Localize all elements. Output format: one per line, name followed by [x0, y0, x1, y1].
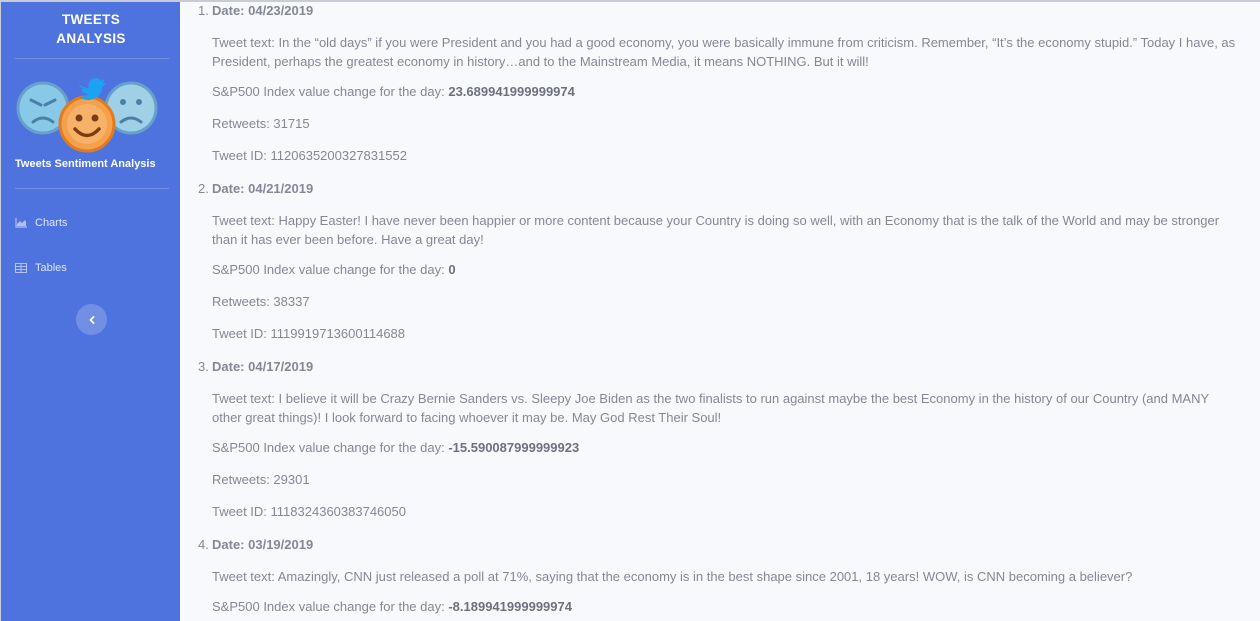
- sentiment-faces-logo: [16, 78, 158, 153]
- tweet-text-value: In the “old days” if you were President …: [212, 35, 1236, 69]
- tweet-id-label: Tweet ID:: [212, 148, 271, 163]
- retweets-value: 31715: [273, 116, 310, 131]
- sidebar-item-label: Charts: [35, 217, 68, 229]
- tweet-date: Date: 04/17/2019: [212, 356, 313, 378]
- tweet-text-value: Happy Easter! I have never been happier …: [212, 213, 1220, 247]
- tweet-text-label: Tweet text:: [212, 391, 279, 406]
- date-value: 04/21/2019: [248, 181, 314, 196]
- tweet-number: 4.: [198, 537, 209, 552]
- tweet-text-value: Amazingly, CNN just released a poll at 7…: [277, 569, 1133, 584]
- sidebar-brand[interactable]: TWEETS ANALYSIS: [1, 10, 181, 48]
- sidebar: TWEETS ANALYSIS Tweets Sentiment Analysi…: [0, 0, 180, 621]
- tweet-text: Tweet text: I believe it will be Crazy B…: [212, 389, 1242, 427]
- chart-area-icon: [15, 218, 27, 228]
- tweet-text: Tweet text: In the “old days” if you wer…: [212, 33, 1242, 71]
- sp-change-label: S&P500 Index value change for the day:: [212, 440, 449, 455]
- tweet-id-value: 1120635200327831552: [270, 148, 407, 163]
- chevron-left-icon: [89, 315, 94, 324]
- tweet-id: Tweet ID: 1119919713600114688: [212, 326, 405, 341]
- sp-change-value: -8.189941999999974: [448, 599, 572, 614]
- sp-change-label: S&P500 Index value change for the day:: [212, 262, 449, 277]
- sp-change: S&P500 Index value change for the day: 0: [212, 262, 456, 277]
- sp-change: S&P500 Index value change for the day: -…: [212, 599, 572, 614]
- retweets-label: Retweets:: [212, 294, 274, 309]
- sp-change-label: S&P500 Index value change for the day:: [212, 84, 449, 99]
- tweet-id: Tweet ID: 1120635200327831552: [212, 148, 407, 163]
- date-label: Date:: [212, 3, 249, 18]
- sp-change-value: -15.590087999999923: [448, 440, 580, 455]
- retweets: Retweets: 29301: [212, 472, 310, 487]
- tweet-id-value: 1118324360383746050: [270, 504, 406, 519]
- sp-change-value: 23.689941999999974: [448, 84, 575, 99]
- brand-line-2: ANALYSIS: [56, 31, 126, 46]
- retweets-label: Retweets:: [212, 472, 274, 487]
- brand-line-1: TWEETS: [61, 12, 121, 27]
- logo-caption: Tweets Sentiment Analysis: [15, 158, 156, 170]
- tweet-id: Tweet ID: 1118324360383746050: [212, 504, 406, 519]
- sidebar-divider: [15, 58, 169, 59]
- sp-change-label: S&P500 Index value change for the day:: [212, 599, 449, 614]
- tweet-item: 3. Date: 04/17/2019: [198, 356, 313, 378]
- retweets-label: Retweets:: [212, 116, 274, 131]
- tweet-item: 1. Date: 04/23/2019: [198, 0, 313, 22]
- top-border: [0, 0, 1260, 2]
- retweets: Retweets: 31715: [212, 116, 310, 131]
- tweet-list-panel: 1. Date: 04/23/2019 Tweet text: In the “…: [180, 0, 1260, 621]
- tweet-number: 1.: [198, 3, 209, 18]
- tweet-text-label: Tweet text:: [212, 213, 279, 228]
- date-label: Date:: [212, 181, 249, 196]
- tweet-text-label: Tweet text:: [212, 35, 279, 50]
- date-label: Date:: [212, 537, 249, 552]
- sidebar-item-tables[interactable]: Tables: [15, 257, 165, 279]
- tweet-text-label: Tweet text:: [212, 569, 278, 584]
- sidebar-divider: [15, 188, 169, 189]
- retweets-value: 38337: [273, 294, 310, 309]
- sp-change-value: 0: [448, 262, 456, 277]
- tweet-text: Tweet text: Amazingly, CNN just released…: [212, 567, 1242, 586]
- tweet-item: 2. Date: 04/21/2019: [198, 178, 313, 200]
- tweet-id-label: Tweet ID:: [212, 504, 271, 519]
- date-value: 04/23/2019: [248, 3, 314, 18]
- date-value: 04/17/2019: [248, 359, 314, 374]
- date-value: 03/19/2019: [248, 537, 314, 552]
- tweet-number: 2.: [198, 181, 209, 196]
- sp-change: S&P500 Index value change for the day: 2…: [212, 84, 575, 99]
- date-label: Date:: [212, 359, 249, 374]
- retweets: Retweets: 38337: [212, 294, 310, 309]
- table-icon: [15, 263, 27, 273]
- tweet-number: 3.: [198, 359, 209, 374]
- tweet-text: Tweet text: Happy Easter! I have never b…: [212, 211, 1242, 249]
- tweet-date: Date: 04/23/2019: [212, 0, 313, 22]
- retweets-value: 29301: [273, 472, 310, 487]
- sidebar-item-label: Tables: [35, 262, 67, 274]
- tweet-text-value: I believe it will be Crazy Bernie Sander…: [212, 391, 1209, 425]
- tweet-id-label: Tweet ID:: [212, 326, 271, 341]
- sidebar-toggle-button[interactable]: [76, 304, 107, 335]
- tweet-date: Date: 03/19/2019: [212, 534, 313, 556]
- tweet-date: Date: 04/21/2019: [212, 178, 313, 200]
- sidebar-item-charts[interactable]: Charts: [15, 212, 165, 234]
- sp-change: S&P500 Index value change for the day: -…: [212, 440, 579, 455]
- tweet-id-value: 1119919713600114688: [270, 326, 406, 341]
- tweet-item: 4. Date: 03/19/2019: [198, 534, 313, 556]
